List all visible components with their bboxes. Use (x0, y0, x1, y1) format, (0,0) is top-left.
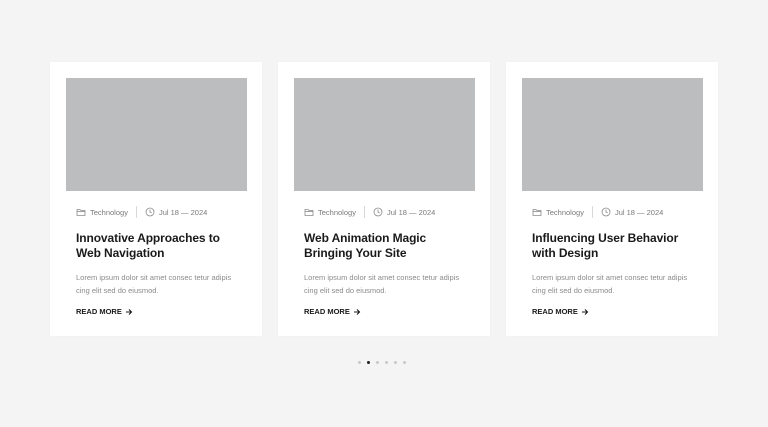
meta-divider (591, 206, 593, 218)
clock-icon (145, 207, 155, 217)
pagination-dot[interactable] (376, 361, 379, 364)
blog-card[interactable]: Technology Jul 18 — 2024 Influencing Use… (506, 62, 718, 336)
folder-icon (304, 207, 314, 217)
card-thumbnail-image[interactable] (522, 78, 703, 191)
folder-icon (76, 207, 86, 217)
card-title[interactable]: Influencing User Behavior with Design (532, 231, 697, 261)
card-excerpt: Lorem ipsum dolor sit amet consec tetur … (304, 273, 460, 295)
card-category[interactable]: Technology (90, 208, 128, 217)
card-thumbnail-image[interactable] (294, 78, 475, 191)
folder-icon (532, 207, 542, 217)
read-more-label: READ MORE (304, 307, 350, 316)
clock-icon (601, 207, 611, 217)
pagination-dot[interactable] (403, 361, 406, 364)
card-thumbnail-image[interactable] (66, 78, 247, 191)
read-more-link[interactable]: READ MORE (304, 307, 475, 316)
clock-icon (373, 207, 383, 217)
card-date: Jul 18 — 2024 (386, 207, 436, 217)
card-date: Jul 18 — 2024 (614, 207, 664, 217)
card-title[interactable]: Web Animation Magic Bringing Your Site (304, 231, 469, 261)
card-category[interactable]: Technology (546, 208, 584, 217)
pagination-dot[interactable] (394, 361, 397, 364)
card-category[interactable]: Technology (318, 208, 356, 217)
card-title[interactable]: Innovative Approaches to Web Navigation (76, 231, 241, 261)
card-excerpt: Lorem ipsum dolor sit amet consec tetur … (532, 273, 688, 295)
blog-card[interactable]: Technology Jul 18 — 2024 Web Animation M… (278, 62, 490, 336)
read-more-link[interactable]: READ MORE (532, 307, 703, 316)
arrow-right-icon (125, 308, 133, 316)
meta-divider (363, 206, 365, 218)
pagination-dot[interactable] (358, 361, 361, 364)
meta-divider (135, 206, 137, 218)
carousel-pagination (358, 361, 406, 364)
card-date: Jul 18 — 2024 (158, 207, 208, 217)
card-excerpt: Lorem ipsum dolor sit amet consec tetur … (76, 273, 232, 295)
card-meta: Technology Jul 18 — 2024 (304, 205, 475, 219)
arrow-right-icon (581, 308, 589, 316)
blog-card[interactable]: Technology Jul 18 — 2024 Innovative Appr… (50, 62, 262, 336)
pagination-dot-active[interactable] (367, 361, 370, 364)
card-meta: Technology Jul 18 — 2024 (76, 205, 247, 219)
read-more-label: READ MORE (532, 307, 578, 316)
pagination-dot[interactable] (385, 361, 388, 364)
read-more-link[interactable]: READ MORE (76, 307, 247, 316)
read-more-label: READ MORE (76, 307, 122, 316)
card-meta: Technology Jul 18 — 2024 (532, 205, 703, 219)
blog-carousel-section: Technology Jul 18 — 2024 Innovative Appr… (0, 0, 768, 427)
arrow-right-icon (353, 308, 361, 316)
blog-cards-track: Technology Jul 18 — 2024 Innovative Appr… (50, 62, 718, 336)
